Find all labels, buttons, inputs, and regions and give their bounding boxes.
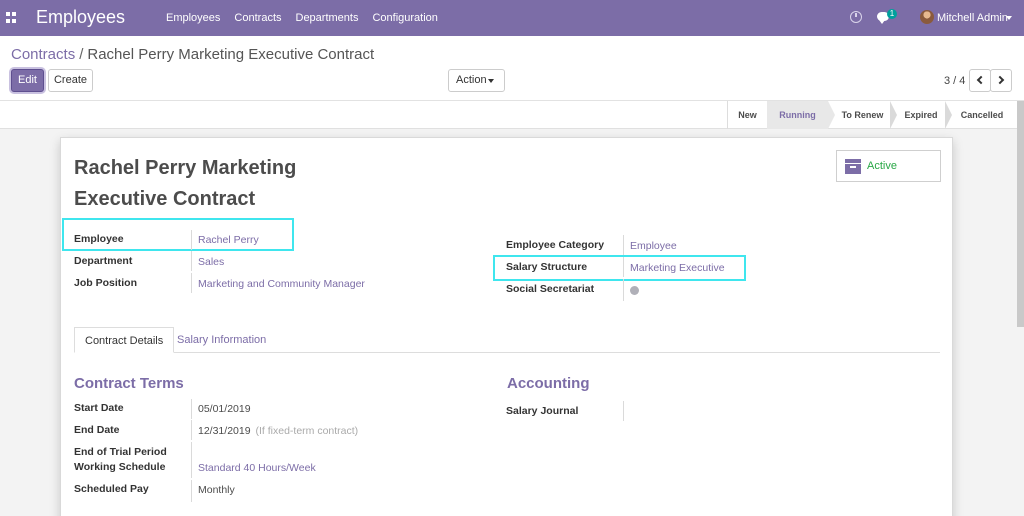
main-menu: Employees Contracts Departments Configur… [166, 12, 452, 24]
top-navbar: Employees Employees Contracts Department… [0, 0, 1024, 36]
trial-period-label: End of Trial Period [74, 446, 167, 458]
status-dot-icon[interactable] [630, 286, 639, 295]
end-date-text: 12/31/2019 [198, 425, 251, 437]
employee-category-value[interactable]: Employee [630, 240, 677, 252]
end-date-hint: (If fixed-term contract) [255, 425, 359, 437]
active-label: Active [867, 160, 897, 172]
pager-value: 3 / 4 [944, 75, 966, 87]
scheduled-pay-value[interactable]: Monthly [198, 484, 235, 496]
contract-title-line2: Executive Contract [74, 188, 256, 210]
employee-value[interactable]: Rachel Perry [198, 234, 259, 246]
field-divider [191, 230, 192, 250]
stage-running[interactable]: Running [767, 101, 828, 129]
field-divider [623, 401, 624, 421]
salary-journal-label: Salary Journal [506, 405, 579, 417]
job-position-label: Job Position [74, 277, 137, 289]
field-divider [623, 235, 624, 255]
contract-terms-title: Contract Terms [74, 375, 184, 392]
employee-label: Employee [74, 233, 124, 245]
breadcrumb-separator: / [79, 46, 84, 63]
field-divider [623, 257, 624, 277]
working-schedule-value[interactable]: Standard 40 Hours/Week [198, 462, 316, 474]
chevron-right-icon [995, 75, 1005, 85]
stage-cancelled[interactable]: Cancelled [952, 101, 1012, 129]
employee-category-label: Employee Category [506, 239, 605, 251]
stage-expired[interactable]: Expired [897, 101, 945, 129]
stage-divider [890, 101, 897, 129]
menu-employees[interactable]: Employees [166, 12, 220, 24]
stage-divider [945, 101, 952, 129]
department-label: Department [74, 255, 133, 267]
scheduled-pay-label: Scheduled Pay [74, 483, 149, 495]
chat-count-badge: 1 [887, 9, 897, 19]
stage-new[interactable]: New [727, 101, 767, 129]
control-panel: Contracts / Rachel Perry Marketing Executi… [0, 36, 1024, 101]
field-divider [191, 273, 192, 293]
field-divider [191, 420, 192, 440]
end-date-value[interactable]: 12/31/2019 (If fixed-term contract) [198, 425, 358, 437]
end-date-label: End Date [74, 424, 120, 436]
accounting-title: Accounting [507, 375, 590, 392]
field-divider [191, 399, 192, 419]
tab-contract-details[interactable]: Contract Details [74, 327, 175, 353]
department-value[interactable]: Sales [198, 256, 224, 268]
tab-salary-information[interactable]: Salary Information [167, 327, 276, 353]
contract-title: Rachel Perry Marketing Executive Contrac… [74, 153, 374, 215]
salary-structure-label: Salary Structure [506, 261, 588, 273]
apps-grid-icon[interactable] [6, 12, 17, 23]
app-title[interactable]: Employees [36, 7, 125, 28]
start-date-value[interactable]: 05/01/2019 [198, 403, 251, 415]
job-position-value[interactable]: Marketing and Community Manager [198, 278, 365, 290]
user-avatar[interactable] [920, 10, 934, 24]
action-label: Action [456, 74, 487, 86]
menu-configuration[interactable]: Configuration [372, 12, 437, 24]
menu-departments[interactable]: Departments [296, 12, 359, 24]
create-button[interactable]: Create [48, 69, 93, 92]
chevron-left-icon [976, 75, 986, 85]
breadcrumb-contracts[interactable]: Contracts [11, 46, 75, 63]
start-date-label: Start Date [74, 402, 124, 414]
scrollbar[interactable] [1017, 101, 1024, 327]
status-bar: New Running To Renew Expired Cancelled [0, 101, 1024, 129]
action-dropdown[interactable]: Action [448, 69, 505, 92]
field-divider [191, 480, 192, 502]
menu-contracts[interactable]: Contracts [234, 12, 281, 24]
breadcrumb: Contracts / Rachel Perry Marketing Executi… [11, 46, 374, 63]
edit-button[interactable]: Edit [11, 69, 44, 92]
working-schedule-label: Working Schedule [74, 461, 166, 473]
caret-down-icon [488, 79, 494, 83]
stage-divider [828, 101, 835, 129]
pager-previous-button[interactable] [969, 69, 991, 92]
caret-down-icon[interactable] [1006, 16, 1012, 20]
active-toggle-button[interactable]: Active [836, 150, 941, 182]
stage-to-renew[interactable]: To Renew [835, 101, 890, 129]
salary-structure-value[interactable]: Marketing Executive [630, 262, 725, 274]
user-menu-name[interactable]: Mitchell Admin [937, 12, 1008, 24]
field-divider [623, 279, 624, 301]
breadcrumb-current: Rachel Perry Marketing Executive Contrac… [87, 46, 375, 63]
archive-box-icon [845, 159, 861, 174]
contract-title-line1: Rachel Perry Marketing [74, 157, 297, 179]
social-secretariat-label: Social Secretariat [506, 283, 595, 295]
form-sheet: Rachel Perry Marketing Executive Contrac… [60, 137, 953, 516]
field-divider [191, 251, 192, 271]
activity-clock-icon[interactable] [850, 11, 862, 23]
pager-next-button[interactable] [990, 69, 1012, 92]
field-divider [191, 458, 192, 478]
